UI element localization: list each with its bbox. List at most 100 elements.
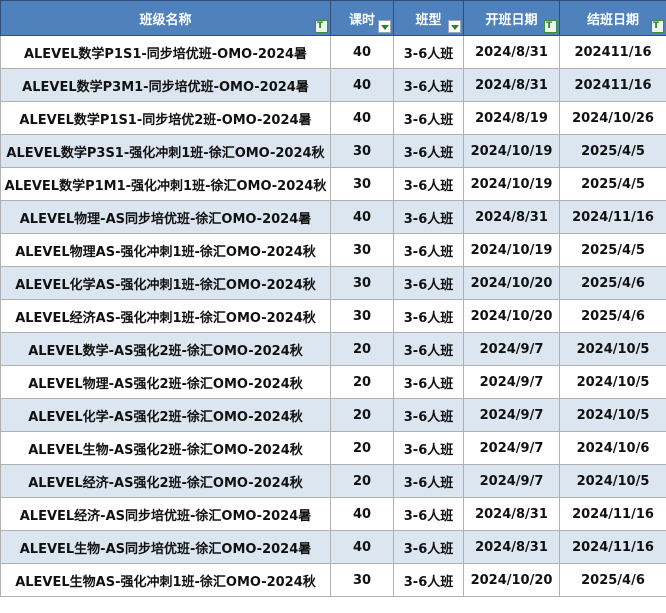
- cell-start-date[interactable]: 2024/8/31: [463, 530, 560, 564]
- cell-start-date[interactable]: 2024/8/31: [463, 497, 560, 531]
- filter-active-icon[interactable]: T: [651, 20, 664, 33]
- cell-end-date[interactable]: 2024/10/5: [559, 365, 666, 399]
- cell-class-name[interactable]: ALEVEL物理-AS强化2班-徐汇OMO-2024秋: [0, 365, 331, 399]
- cell-class-name[interactable]: ALEVEL生物-AS强化2班-徐汇OMO-2024秋: [0, 431, 331, 465]
- cell-class-type[interactable]: 3-6人班: [393, 101, 464, 135]
- cell-start-date[interactable]: 2024/10/20: [463, 299, 560, 333]
- cell-start-date[interactable]: 2024/8/31: [463, 35, 560, 69]
- cell-hours[interactable]: 20: [330, 431, 394, 465]
- cell-start-date[interactable]: 2024/10/19: [463, 233, 560, 267]
- cell-hours[interactable]: 40: [330, 530, 394, 564]
- cell-class-type[interactable]: 3-6人班: [393, 35, 464, 69]
- cell-start-date[interactable]: 2024/8/31: [463, 68, 560, 102]
- cell-hours[interactable]: 20: [330, 332, 394, 366]
- cell-class-name[interactable]: ALEVEL物理-AS同步培优班-徐汇OMO-2024暑: [0, 200, 331, 234]
- cell-class-name[interactable]: ALEVEL经济-AS同步培优班-徐汇OMO-2024暑: [0, 497, 331, 531]
- table-row: ALEVEL化学-AS强化2班-徐汇OMO-2024秋 20 3-6人班 2024/9…: [0, 398, 666, 432]
- header-start-date: 开班日期 T: [463, 0, 560, 36]
- cell-class-type[interactable]: 3-6人班: [393, 365, 464, 399]
- cell-hours[interactable]: 40: [330, 101, 394, 135]
- cell-class-type[interactable]: 3-6人班: [393, 200, 464, 234]
- cell-class-type[interactable]: 3-6人班: [393, 332, 464, 366]
- cell-start-date[interactable]: 2024/8/31: [463, 200, 560, 234]
- cell-class-type[interactable]: 3-6人班: [393, 464, 464, 498]
- cell-hours[interactable]: 30: [330, 233, 394, 267]
- table-row: ALEVEL生物AS-强化冲刺1班-徐汇OMO-2024秋 30 3-6人班 2024…: [0, 563, 666, 597]
- cell-end-date[interactable]: 2025/4/5: [559, 134, 666, 168]
- cell-hours[interactable]: 40: [330, 200, 394, 234]
- cell-class-name[interactable]: ALEVEL化学AS-强化冲刺1班-徐汇OMO-2024秋: [0, 266, 331, 300]
- cell-start-date[interactable]: 2024/10/19: [463, 167, 560, 201]
- cell-end-date[interactable]: 2024/11/16: [559, 530, 666, 564]
- class-schedule-table: 班级名称 T 课时 班型 开班日期 T 结班日期 T ALEVEL数学P1S1-同步培…: [0, 0, 666, 597]
- cell-class-name[interactable]: ALEVEL数学P3M1-同步培优班-OMO-2024暑: [0, 68, 331, 102]
- cell-class-name[interactable]: ALEVEL物理AS-强化冲刺1班-徐汇OMO-2024秋: [0, 233, 331, 267]
- cell-class-name[interactable]: ALEVEL生物AS-强化冲刺1班-徐汇OMO-2024秋: [0, 563, 331, 597]
- cell-class-type[interactable]: 3-6人班: [393, 431, 464, 465]
- cell-start-date[interactable]: 2024/10/20: [463, 563, 560, 597]
- header-class-name: 班级名称 T: [0, 0, 331, 36]
- cell-end-date[interactable]: 2024/11/16: [559, 497, 666, 531]
- cell-class-type[interactable]: 3-6人班: [393, 530, 464, 564]
- header-label: 开班日期: [485, 12, 538, 28]
- cell-class-type[interactable]: 3-6人班: [393, 563, 464, 597]
- cell-end-date[interactable]: 2024/10/26: [559, 101, 666, 135]
- filter-dropdown-icon[interactable]: [448, 20, 461, 33]
- cell-class-type[interactable]: 3-6人班: [393, 134, 464, 168]
- cell-start-date[interactable]: 2024/10/20: [463, 266, 560, 300]
- cell-class-name[interactable]: ALEVEL数学P3S1-强化冲刺1班-徐汇OMO-2024秋: [0, 134, 331, 168]
- cell-end-date[interactable]: 202411/16: [559, 68, 666, 102]
- cell-end-date[interactable]: 2024/10/5: [559, 332, 666, 366]
- cell-hours[interactable]: 30: [330, 299, 394, 333]
- cell-class-type[interactable]: 3-6人班: [393, 266, 464, 300]
- cell-end-date[interactable]: 2024/11/16: [559, 200, 666, 234]
- cell-hours[interactable]: 20: [330, 398, 394, 432]
- filter-dropdown-icon[interactable]: [378, 20, 391, 33]
- cell-class-name[interactable]: ALEVEL数学P1S1-同步培优班-OMO-2024暑: [0, 35, 331, 69]
- cell-start-date[interactable]: 2024/9/7: [463, 431, 560, 465]
- cell-class-type[interactable]: 3-6人班: [393, 497, 464, 531]
- cell-class-name[interactable]: ALEVEL数学P1M1-强化冲刺1班-徐汇OMO-2024秋: [0, 167, 331, 201]
- header-label: 课时: [348, 12, 375, 28]
- cell-class-name[interactable]: ALEVEL数学-AS强化2班-徐汇OMO-2024秋: [0, 332, 331, 366]
- cell-hours[interactable]: 40: [330, 35, 394, 69]
- cell-class-name[interactable]: ALEVEL经济-AS强化2班-徐汇OMO-2024秋: [0, 464, 331, 498]
- cell-hours[interactable]: 40: [330, 497, 394, 531]
- cell-class-type[interactable]: 3-6人班: [393, 233, 464, 267]
- cell-hours[interactable]: 40: [330, 68, 394, 102]
- cell-end-date[interactable]: 2025/4/6: [559, 299, 666, 333]
- cell-start-date[interactable]: 2024/9/7: [463, 398, 560, 432]
- cell-end-date[interactable]: 2024/10/5: [559, 398, 666, 432]
- cell-hours[interactable]: 20: [330, 464, 394, 498]
- cell-class-name[interactable]: ALEVEL数学P1S1-同步培优2班-OMO-2024暑: [0, 101, 331, 135]
- cell-hours[interactable]: 20: [330, 365, 394, 399]
- cell-start-date[interactable]: 2024/9/7: [463, 365, 560, 399]
- header-end-date: 结班日期 T: [559, 0, 666, 36]
- cell-end-date[interactable]: 202411/16: [559, 35, 666, 69]
- filter-active-icon[interactable]: T: [544, 20, 557, 33]
- table-row: ALEVEL生物-AS强化2班-徐汇OMO-2024秋 20 3-6人班 2024/9…: [0, 431, 666, 465]
- cell-class-name[interactable]: ALEVEL生物-AS同步培优班-徐汇OMO-2024暑: [0, 530, 331, 564]
- cell-hours[interactable]: 30: [330, 563, 394, 597]
- cell-start-date[interactable]: 2024/9/7: [463, 464, 560, 498]
- cell-end-date[interactable]: 2025/4/6: [559, 266, 666, 300]
- cell-end-date[interactable]: 2024/10/6: [559, 431, 666, 465]
- table-row: ALEVEL物理AS-强化冲刺1班-徐汇OMO-2024秋 30 3-6人班 2024…: [0, 233, 666, 267]
- cell-class-name[interactable]: ALEVEL经济AS-强化冲刺1班-徐汇OMO-2024秋: [0, 299, 331, 333]
- cell-start-date[interactable]: 2024/9/7: [463, 332, 560, 366]
- cell-hours[interactable]: 30: [330, 266, 394, 300]
- cell-class-type[interactable]: 3-6人班: [393, 299, 464, 333]
- cell-class-type[interactable]: 3-6人班: [393, 68, 464, 102]
- cell-end-date[interactable]: 2024/10/5: [559, 464, 666, 498]
- cell-start-date[interactable]: 2024/10/19: [463, 134, 560, 168]
- cell-start-date[interactable]: 2024/8/19: [463, 101, 560, 135]
- cell-end-date[interactable]: 2025/4/6: [559, 563, 666, 597]
- cell-end-date[interactable]: 2025/4/5: [559, 233, 666, 267]
- cell-end-date[interactable]: 2025/4/5: [559, 167, 666, 201]
- cell-class-name[interactable]: ALEVEL化学-AS强化2班-徐汇OMO-2024秋: [0, 398, 331, 432]
- cell-hours[interactable]: 30: [330, 134, 394, 168]
- filter-active-icon[interactable]: T: [315, 20, 328, 33]
- cell-hours[interactable]: 30: [330, 167, 394, 201]
- cell-class-type[interactable]: 3-6人班: [393, 167, 464, 201]
- cell-class-type[interactable]: 3-6人班: [393, 398, 464, 432]
